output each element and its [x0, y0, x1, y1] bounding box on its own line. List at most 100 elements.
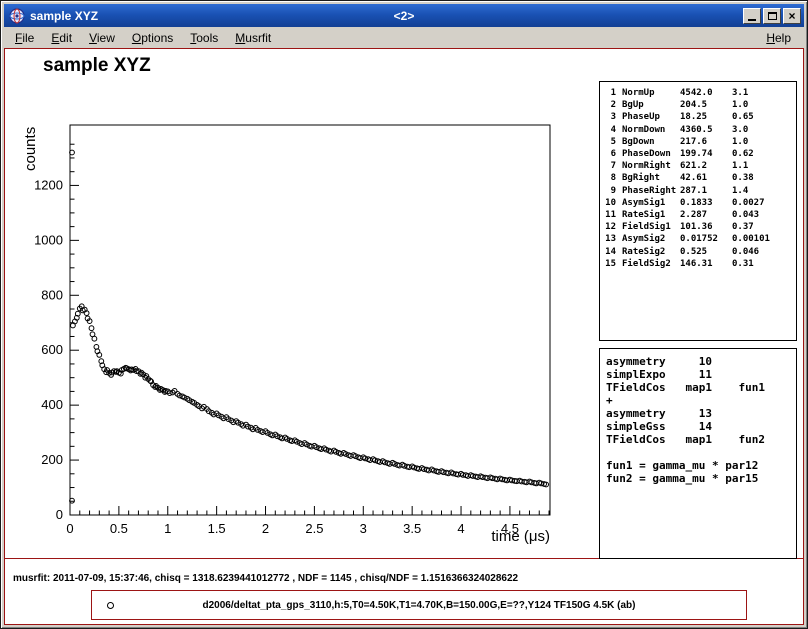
param-error: 0.046: [732, 246, 796, 258]
param-error: 1.0: [732, 136, 796, 148]
theory-line: +: [606, 394, 796, 407]
param-row: 11RateSig12.2870.043: [604, 209, 796, 221]
main-pad[interactable]: sample XYZ 00.511.522.533.544.5time (μs)…: [5, 49, 803, 559]
param-value: 204.5: [680, 99, 732, 111]
param-error: 0.65: [732, 111, 796, 123]
svg-text:0: 0: [56, 507, 63, 522]
decay-histogram-plot[interactable]: 00.511.522.533.544.5time (μs)02004006008…: [5, 49, 565, 559]
param-row: 6PhaseDown199.740.62: [604, 148, 796, 160]
param-error: 3.0: [732, 124, 796, 136]
titlebar[interactable]: sample XYZ <2> ×: [4, 4, 804, 27]
param-name: PhaseDown: [622, 148, 680, 160]
svg-text:3.5: 3.5: [403, 521, 421, 536]
param-number: 13: [604, 233, 616, 245]
param-number: 3: [604, 111, 616, 123]
svg-text:1000: 1000: [34, 232, 63, 247]
root-canvas[interactable]: sample XYZ 00.511.522.533.544.5time (μs)…: [4, 48, 804, 625]
param-row: 9 PhaseRight287.11.4: [604, 185, 796, 197]
param-error: 0.38: [732, 172, 796, 184]
param-name: FieldSig2: [622, 258, 680, 270]
param-number: 14: [604, 246, 616, 258]
app-window: sample XYZ <2> × FileEditViewOptionsTool…: [0, 0, 808, 629]
legend-text: d2006/deltat_pta_gps_3110,h:5,T0=4.50K,T…: [92, 600, 746, 611]
menu-item-options[interactable]: Options: [125, 29, 180, 47]
param-error: 0.0027: [732, 197, 796, 209]
svg-text:3: 3: [360, 521, 367, 536]
param-name: AsymSig2: [622, 233, 680, 245]
maximize-icon: [768, 12, 777, 20]
x-axis: 00.511.522.533.544.5time (μs): [66, 506, 550, 545]
param-error: 1.4: [732, 185, 796, 197]
param-row: 7 NormRight621.21.1: [604, 160, 796, 172]
param-row: 13 AsymSig20.017520.00101: [604, 233, 796, 245]
param-number: 15: [604, 258, 616, 270]
plot-frame: [70, 125, 550, 515]
param-number: 9: [604, 185, 616, 197]
svg-text:2.5: 2.5: [305, 521, 323, 536]
menu-item-musrfit[interactable]: Musrfit: [228, 29, 278, 47]
param-value: 146.31: [680, 258, 732, 270]
param-row: 15 FieldSig2146.310.31: [604, 258, 796, 270]
svg-text:1200: 1200: [34, 177, 63, 192]
svg-text:800: 800: [41, 287, 63, 302]
param-value: 4542.0: [680, 87, 732, 99]
param-number: 4: [604, 124, 616, 136]
theory-line: asymmetry 13: [606, 407, 796, 420]
window-controls: ×: [741, 8, 801, 24]
param-name: BgRight: [622, 172, 680, 184]
param-value: 4360.5: [680, 124, 732, 136]
menu-item-edit[interactable]: Edit: [44, 29, 79, 47]
menu-item-view[interactable]: View: [82, 29, 122, 47]
svg-text:4: 4: [457, 521, 464, 536]
param-number: 11: [604, 209, 616, 221]
fit-parameters-pad[interactable]: 1NormUp4542.03.12BgUp204.51.03PhaseUp18.…: [599, 81, 797, 341]
param-row: 3 PhaseUp18.250.65: [604, 111, 796, 123]
param-number: 1: [604, 87, 616, 99]
menu-item-file[interactable]: File: [8, 29, 41, 47]
menu-item-tools[interactable]: Tools: [183, 29, 225, 47]
param-row: 8BgRight42.610.38: [604, 172, 796, 184]
svg-text:600: 600: [41, 342, 63, 357]
param-name: RateSig2: [622, 246, 680, 258]
param-value: 287.1: [680, 185, 732, 197]
maximize-button[interactable]: [763, 8, 781, 24]
theory-line: fun1 = gamma_mu * par12: [606, 459, 796, 472]
param-error: 1.1: [732, 160, 796, 172]
param-row: 5BgDown217.61.0: [604, 136, 796, 148]
param-number: 10: [604, 197, 616, 209]
theory-line: simplExpo 11: [606, 368, 796, 381]
param-row: 10AsymSig10.18330.0027: [604, 197, 796, 209]
svg-text:400: 400: [41, 397, 63, 412]
param-number: 12: [604, 221, 616, 233]
param-number: 2: [604, 99, 616, 111]
data-points: [70, 150, 549, 503]
param-error: 0.62: [732, 148, 796, 160]
param-row: 2BgUp204.51.0: [604, 99, 796, 111]
param-name: NormRight: [622, 160, 680, 172]
minimize-button[interactable]: [743, 8, 761, 24]
param-name: AsymSig1: [622, 197, 680, 209]
param-value: 18.25: [680, 111, 732, 123]
param-error: 0.31: [732, 258, 796, 270]
param-error: 0.00101: [732, 233, 796, 245]
svg-text:0.5: 0.5: [110, 521, 128, 536]
param-number: 8: [604, 172, 616, 184]
param-name: PhaseUp: [622, 111, 680, 123]
param-name: FieldSig1: [622, 221, 680, 233]
menu-item-help[interactable]: Help: [759, 29, 798, 47]
theory-pad[interactable]: asymmetry 10simplExpo 11TFieldCos map1 f…: [599, 348, 797, 559]
param-number: 5: [604, 136, 616, 148]
param-value: 0.01752: [680, 233, 732, 245]
param-number: 7: [604, 160, 616, 172]
param-value: 621.2: [680, 160, 732, 172]
param-name: PhaseRight: [622, 185, 680, 197]
window-title: sample XYZ: [30, 9, 98, 23]
theory-line: fun2 = gamma_mu * par15: [606, 472, 796, 485]
theory-line: [606, 446, 796, 459]
legend-box[interactable]: d2006/deltat_pta_gps_3110,h:5,T0=4.50K,T…: [91, 590, 747, 620]
footer-pad: musrfit: 2011-07-09, 15:37:46, chisq = 1…: [5, 560, 803, 624]
svg-text:time (μs): time (μs): [491, 528, 550, 545]
close-button[interactable]: ×: [783, 8, 801, 24]
param-name: BgDown: [622, 136, 680, 148]
theory-line: TFieldCos map1 fun1: [606, 381, 796, 394]
